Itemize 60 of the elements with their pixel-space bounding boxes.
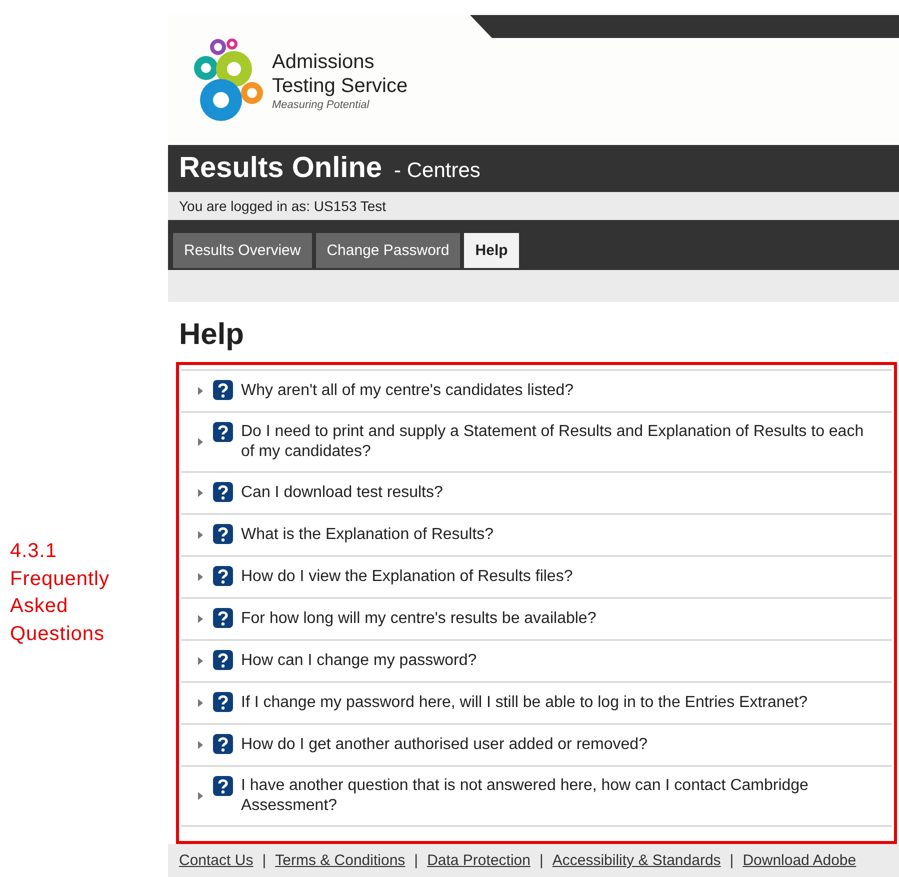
faq-question[interactable]: Do I need to print and supply a Statement of Results and Explanation of Results to each of my candidates?: [181, 413, 892, 471]
caret-right-icon: [197, 699, 203, 707]
caret-right-icon: [197, 387, 203, 395]
faq-question[interactable]: If I change my password here, will I still be able to log in to the Entries Extranet?: [181, 683, 892, 723]
caret-right-icon: [197, 741, 203, 749]
faq-question-text: I have another question that is not answered here, how can I contact Cambridge Assessment?: [241, 776, 810, 816]
faq-question-text: If I change my password here, will I still be able to log in to the Entries Extranet?: [241, 693, 808, 713]
help-icon: [213, 380, 233, 400]
caret-right-icon: [197, 438, 203, 446]
footer-link[interactable]: Contact Us: [179, 852, 254, 869]
faq-question-text: For how long will my centre's results be available?: [241, 609, 596, 629]
separator: |: [262, 852, 266, 869]
faq-question[interactable]: I have another question that is not answered here, how can I contact Cambridge Assessment?: [181, 767, 892, 825]
site-subtitle: - Centres: [394, 158, 480, 183]
faq-question-text: What is the Explanation of Results?: [241, 525, 494, 545]
separator: |: [730, 852, 734, 869]
faq-question[interactable]: How do I get another authorised user added or removed?: [181, 725, 892, 765]
faq-question-text: How do I view the Explanation of Results files?: [241, 567, 573, 587]
faq-question-text: Can I download test results?: [241, 483, 443, 503]
faq-question[interactable]: Can I download test results?: [181, 473, 892, 513]
nav-tab[interactable]: Results Overview: [173, 233, 312, 268]
separator: |: [539, 852, 544, 869]
section-heading: 4.3.1 Frequently Asked Questions: [10, 539, 110, 646]
faq-question[interactable]: How do I view the Explanation of Results files?: [181, 557, 892, 597]
footer-link[interactable]: Accessibility & Standards: [552, 852, 721, 869]
caret-right-icon: [197, 489, 203, 497]
site-title: Results Online: [179, 152, 382, 185]
help-icon: [213, 524, 233, 544]
help-icon: [213, 422, 233, 442]
faq-question[interactable]: For how long will my centre's results be available?: [181, 599, 892, 639]
caret-right-icon: [197, 573, 203, 581]
help-icon: [213, 566, 233, 586]
caret-right-icon: [197, 531, 203, 539]
faq-question[interactable]: What is the Explanation of Results?: [181, 515, 892, 555]
faq-question-text: Why aren't all of my centre's candidates listed?: [241, 381, 574, 401]
help-icon: [213, 692, 233, 712]
faq-question-text: Do I need to print and supply a Statement of Results and Explanation of Results to each of my candidates?: [241, 422, 865, 462]
caret-right-icon: [197, 615, 203, 623]
help-icon: [213, 776, 233, 796]
logo-text: Testing Service: [272, 74, 408, 98]
page-heading: Help: [179, 318, 246, 352]
tagline: Measuring Potential: [272, 98, 370, 110]
login-status: You are logged in as: US153 Test: [168, 192, 899, 220]
separator: |: [414, 852, 418, 869]
faq-question-text: How do I get another authorised user added or removed?: [241, 735, 648, 755]
help-icon: [213, 608, 233, 628]
footer-link[interactable]: Data Protection: [427, 852, 530, 869]
nav-tab[interactable]: Change Password: [316, 233, 460, 268]
help-icon: [213, 734, 233, 754]
help-icon: [213, 650, 233, 670]
footer-link[interactable]: Download Adobe: [742, 852, 856, 869]
logo-text: Admissions: [272, 50, 376, 74]
faq-question[interactable]: How can I change my password?: [181, 641, 892, 681]
help-icon: [213, 482, 233, 502]
footer-link[interactable]: Terms & Conditions: [275, 852, 406, 869]
caret-right-icon: [197, 657, 203, 665]
nav-tab[interactable]: Help: [464, 233, 519, 268]
faq-question[interactable]: Why aren't all of my centre's candidates listed?: [181, 371, 892, 411]
caret-right-icon: [197, 792, 203, 800]
faq-question-text: How can I change my password?: [241, 651, 477, 671]
